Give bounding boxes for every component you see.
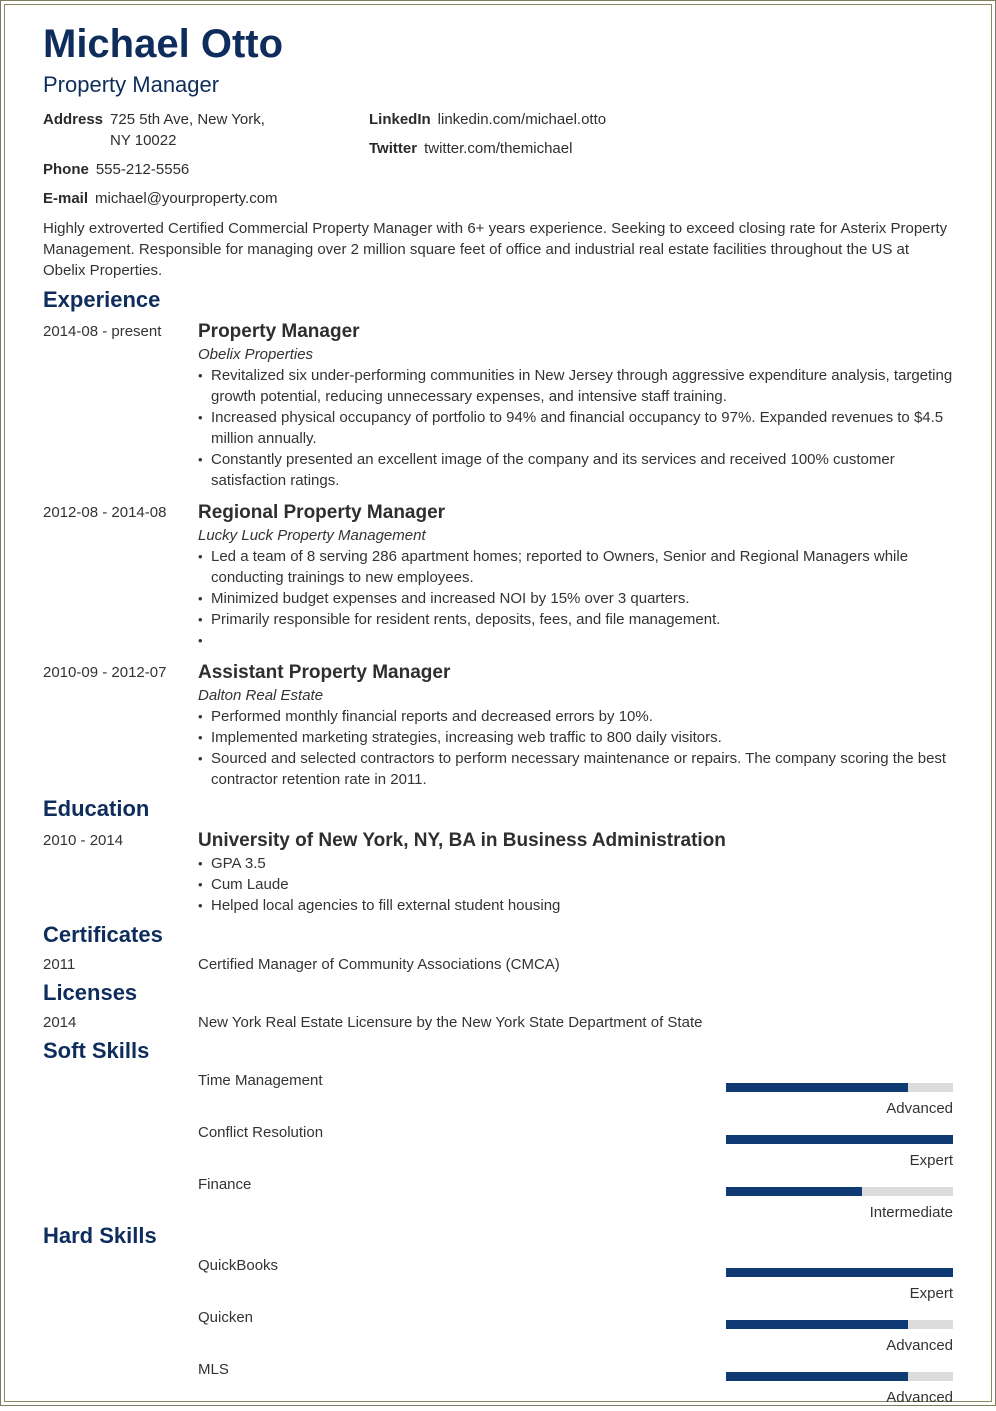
- skill-bar-fill: [726, 1320, 908, 1329]
- email-label: E-mail: [43, 190, 89, 207]
- skill-level: Expert: [909, 1285, 953, 1302]
- section-heading-soft-skills: Soft Skills: [43, 1038, 150, 1063]
- skill-bar-fill: [726, 1372, 908, 1381]
- email-link[interactable]: michael@yourproperty.com: [95, 190, 278, 207]
- address-line1: 725 5th Ave, New York,: [110, 111, 265, 128]
- bullet-item: Helped local agencies to fill external s…: [198, 895, 953, 916]
- entry-dates: 2014-08 - present: [43, 323, 162, 340]
- skill-name: QuickBooks: [198, 1257, 279, 1274]
- contact-twitter: Twitter twitter.com/themichael: [369, 138, 572, 159]
- job-title: Regional Property Manager: [198, 502, 446, 523]
- skill-bar-track: [726, 1187, 953, 1196]
- certificate-year: 2011: [43, 956, 76, 973]
- skill-row: QuickBooks Expert: [43, 1257, 953, 1307]
- company-name: Lucky Luck Property Management: [198, 527, 426, 544]
- license-text: New York Real Estate Licensure by the Ne…: [198, 1014, 703, 1031]
- contact-address: Address 725 5th Ave, New York,: [43, 109, 265, 130]
- candidate-name: Michael Otto: [43, 22, 284, 66]
- linkedin-label: LinkedIn: [369, 111, 431, 128]
- skill-bar-fill: [726, 1268, 953, 1277]
- bullet-item: Led a team of 8 serving 286 apartment ho…: [198, 546, 953, 588]
- contact-linkedin: LinkedIn linkedin.com/michael.otto: [369, 109, 606, 130]
- bullet-item: Primarily responsible for resident rents…: [198, 609, 953, 630]
- bullet-item: Increased physical occupancy of portfoli…: [198, 407, 953, 449]
- skill-bar-fill: [726, 1135, 953, 1144]
- skill-level: Advanced: [886, 1389, 953, 1406]
- phone-value: 555-212-5556: [95, 161, 190, 178]
- skill-row: Time Management Advanced: [43, 1072, 953, 1122]
- skill-bar-track: [726, 1083, 953, 1092]
- skill-name: Quicken: [198, 1309, 254, 1326]
- section-heading-hard-skills: Hard Skills: [43, 1223, 157, 1248]
- company-name: Dalton Real Estate: [198, 687, 324, 704]
- bullet-item: Cum Laude: [198, 874, 953, 895]
- skill-row: Conflict Resolution Expert: [43, 1124, 953, 1174]
- skill-name: Conflict Resolution: [198, 1124, 324, 1141]
- address-label: Address: [43, 111, 104, 128]
- skill-name: Finance: [198, 1176, 252, 1193]
- skill-row: MLS Advanced: [43, 1361, 953, 1411]
- address-line2: NY 10022: [110, 132, 177, 149]
- section-heading-education: Education: [43, 796, 150, 821]
- bullet-item: GPA 3.5: [198, 853, 953, 874]
- twitter-label: Twitter: [369, 140, 418, 157]
- twitter-link[interactable]: twitter.com/themichael: [424, 140, 572, 157]
- skill-level: Advanced: [886, 1337, 953, 1354]
- contact-phone: Phone 555-212-5556: [43, 159, 189, 180]
- company-name: Obelix Properties: [198, 346, 314, 363]
- linkedin-link[interactable]: linkedin.com/michael.otto: [438, 111, 606, 128]
- skill-bar-track: [726, 1268, 953, 1277]
- summary: Highly extroverted Certified Commercial …: [43, 220, 948, 279]
- certificate-text: Certified Manager of Community Associati…: [198, 956, 560, 973]
- skill-level: Intermediate: [869, 1204, 953, 1221]
- entry-dates: 2010-09 - 2012-07: [43, 664, 167, 681]
- skill-name: Time Management: [198, 1072, 323, 1089]
- section-heading-experience: Experience: [43, 287, 161, 312]
- phone-label: Phone: [43, 161, 89, 178]
- job-title: Property Manager: [198, 321, 360, 342]
- skill-bar-fill: [726, 1187, 863, 1196]
- bullet-item: Sourced and selected contractors to perf…: [198, 748, 953, 790]
- bullet-item: Constantly presented an excellent image …: [198, 449, 953, 491]
- skill-row: Finance Intermediate: [43, 1176, 953, 1226]
- entry-dates: 2010 - 2014: [43, 832, 124, 849]
- skill-bar-track: [726, 1135, 953, 1144]
- skill-bar-track: [726, 1320, 953, 1329]
- candidate-title: Property Manager: [43, 72, 220, 97]
- bullet-item: [198, 630, 953, 651]
- skill-bar-fill: [726, 1083, 908, 1092]
- section-heading-licenses: Licenses: [43, 980, 138, 1005]
- skill-name: MLS: [198, 1361, 229, 1378]
- bullet-item: Minimized budget expenses and increased …: [198, 588, 953, 609]
- bullet-item: Revitalized six under-performing communi…: [198, 365, 953, 407]
- bullet-item: Performed monthly financial reports and …: [198, 706, 953, 727]
- entry-dates: 2012-08 - 2014-08: [43, 504, 167, 521]
- skill-level: Advanced: [886, 1100, 953, 1117]
- skill-row: Quicken Advanced: [43, 1309, 953, 1359]
- section-heading-certificates: Certificates: [43, 922, 163, 947]
- job-title: Assistant Property Manager: [198, 662, 451, 683]
- contact-email: E-mail michael@yourproperty.com: [43, 188, 278, 209]
- license-year: 2014: [43, 1014, 77, 1031]
- skill-bar-track: [726, 1372, 953, 1381]
- degree-title: University of New York, NY, BA in Busine…: [198, 830, 726, 851]
- skill-level: Expert: [909, 1152, 953, 1169]
- bullet-item: Implemented marketing strategies, increa…: [198, 727, 953, 748]
